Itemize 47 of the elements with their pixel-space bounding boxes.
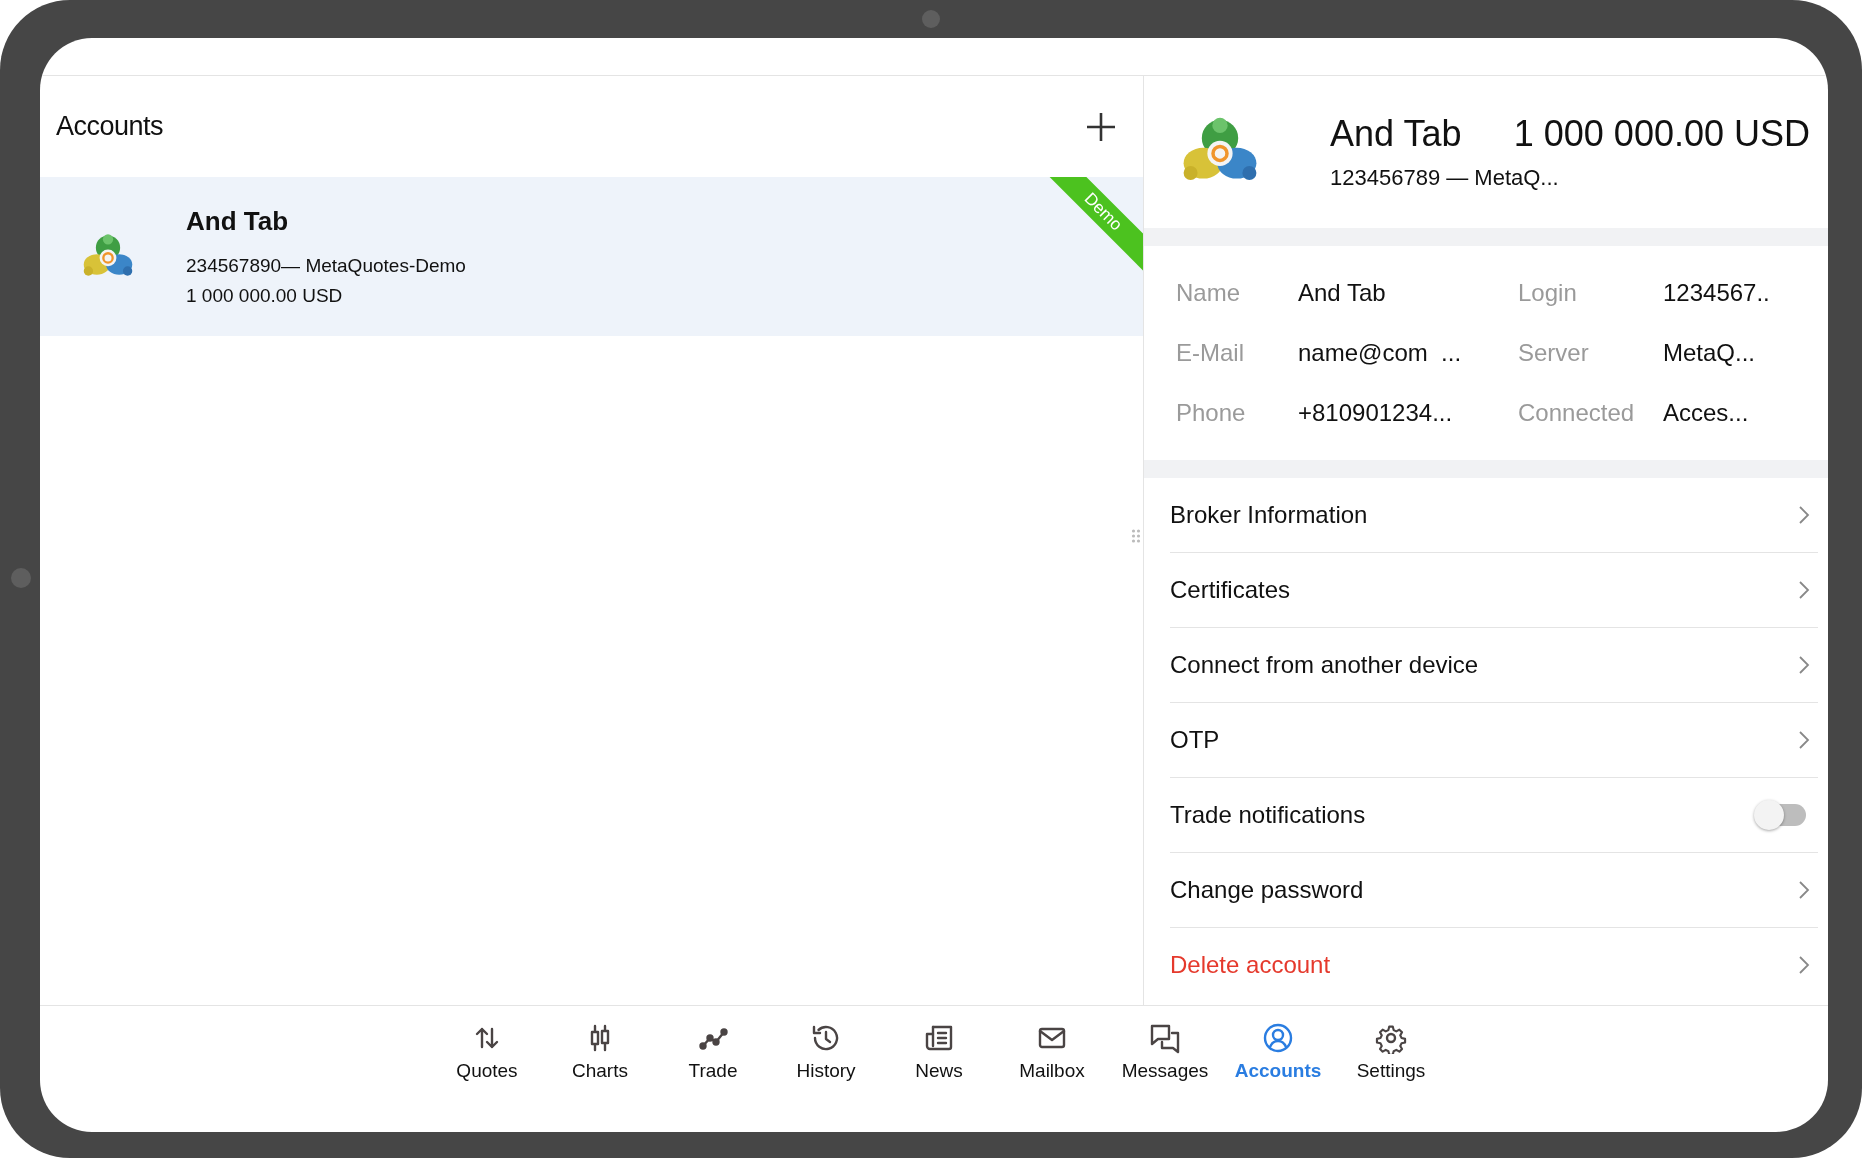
nav-tab[interactable]: Charts <box>543 1022 657 1082</box>
nav-tab[interactable]: Settings <box>1334 1022 1448 1082</box>
account-details: 234567890— MetaQuotes-Demo <box>186 255 466 277</box>
chevron-icon <box>1798 730 1810 750</box>
nav-tab[interactable]: History <box>769 1022 883 1082</box>
account-balance: 1 000 000.00 USD <box>1513 113 1810 155</box>
info-value: MetaQ... <box>1663 339 1756 367</box>
nav-tab[interactable]: Trade <box>656 1022 770 1082</box>
drag-handle-icon[interactable] <box>1131 528 1141 544</box>
info-label: Name <box>1176 279 1242 307</box>
add-icon[interactable] <box>1085 110 1117 143</box>
account-balance: 1 000 000.00 USD <box>186 285 344 307</box>
camera-icon <box>922 10 940 28</box>
menu-item[interactable]: OTP <box>1170 703 1818 778</box>
info-value: name@com ... <box>1298 339 1463 367</box>
account-name: And Tab <box>186 206 290 237</box>
chevron-icon <box>1798 505 1810 525</box>
account-name: And Tab <box>1330 113 1462 155</box>
menu-item[interactable]: Trade notifications <box>1170 778 1818 853</box>
info-value: And Tab <box>1298 279 1387 307</box>
account-number: 123456789 — MetaQ... <box>1330 165 1560 191</box>
menu-item[interactable]: Delete account <box>1170 928 1818 1002</box>
nav-tab[interactable]: Mailbox <box>995 1022 1109 1082</box>
chevron-icon <box>1798 955 1810 975</box>
nav-tab[interactable]: Quotes <box>430 1022 544 1082</box>
nav-tab[interactable]: Messages <box>1108 1022 1222 1082</box>
nav-tab[interactable]: Accounts <box>1221 1022 1335 1082</box>
menu-item[interactable]: Connect from another device <box>1170 628 1818 703</box>
menu-item[interactable]: Certificates <box>1170 553 1818 628</box>
info-label: E-Mail <box>1176 339 1245 367</box>
chevron-icon <box>1798 655 1810 675</box>
chevron-icon <box>1798 880 1810 900</box>
nav-tab[interactable]: News <box>882 1022 996 1082</box>
info-value: Acces... <box>1663 399 1749 427</box>
chevron-icon <box>1798 580 1810 600</box>
menu-item[interactable]: Change password <box>1170 853 1818 928</box>
info-value: 1234567.. <box>1663 279 1770 307</box>
panel-title: Accounts <box>56 111 164 142</box>
user-icon <box>1262 1022 1294 1054</box>
menu-item[interactable]: Broker Information <box>1170 478 1818 553</box>
info-label: Connected <box>1518 399 1636 427</box>
messages-icon <box>1149 1022 1181 1054</box>
info-label: Server <box>1518 339 1590 367</box>
info-value: +810901234... <box>1298 399 1454 427</box>
info-label: Login <box>1518 279 1578 307</box>
sensor-icon <box>11 568 31 588</box>
info-label: Phone <box>1176 399 1247 427</box>
